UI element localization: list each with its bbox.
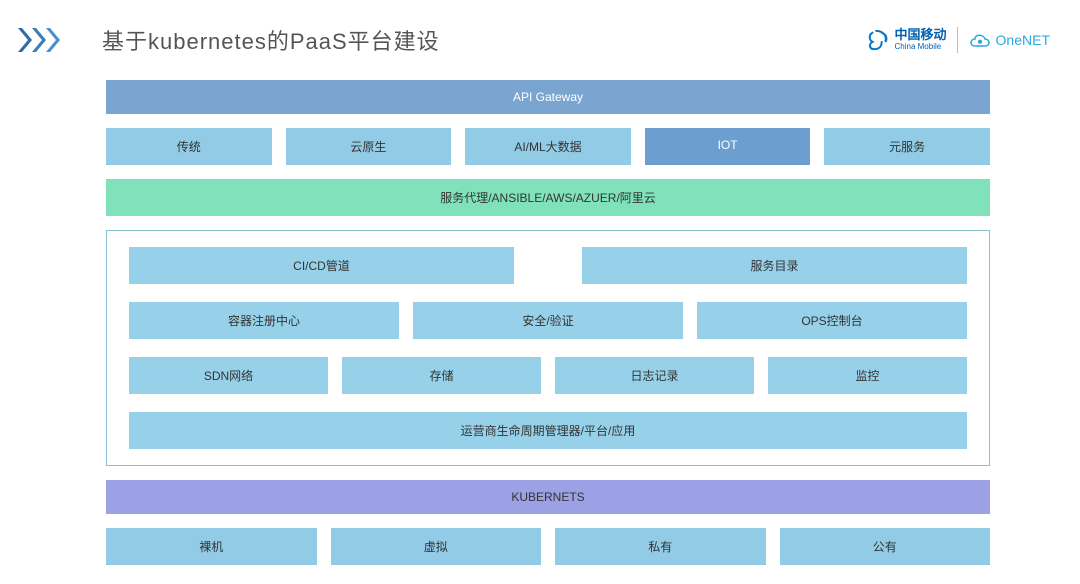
box-iot: IOT [645, 128, 811, 165]
china-mobile-label: 中国移动 [895, 28, 947, 42]
slide-header: 基于kubernetes的PaaS平台建设 中国移动 China Mobile … [0, 0, 1080, 60]
page-title: 基于kubernetes的PaaS平台建设 [102, 24, 440, 56]
china-mobile-logo: 中国移动 China Mobile [867, 28, 947, 51]
box-microservice: 元服务 [824, 128, 990, 165]
onenet-label: OneNET [996, 32, 1050, 48]
spacer [528, 247, 568, 284]
box-sdn-network: SDN网络 [129, 357, 328, 394]
box-security-auth: 安全/验证 [413, 302, 683, 339]
box-ops-console: OPS控制台 [697, 302, 967, 339]
box-cloud-native: 云原生 [286, 128, 452, 165]
architecture-diagram: API Gateway 传统 云原生 AI/ML大数据 IOT 元服务 服务代理… [0, 60, 1080, 565]
box-service-catalog: 服务目录 [582, 247, 967, 284]
box-lifecycle-manager: 运营商生命周期管理器/平台/应用 [129, 412, 967, 449]
china-mobile-icon [867, 29, 889, 51]
box-ai-ml-bigdata: AI/ML大数据 [465, 128, 631, 165]
cloud-icon [968, 32, 992, 48]
box-container-registry: 容器注册中心 [129, 302, 399, 339]
box-monitoring: 监控 [768, 357, 967, 394]
box-bare-metal: 裸机 [106, 528, 317, 565]
box-public: 公有 [780, 528, 991, 565]
chevrons-icon [18, 28, 62, 52]
box-private: 私有 [555, 528, 766, 565]
box-kubernetes: KUBERNETS [106, 480, 990, 514]
box-virtual: 虚拟 [331, 528, 542, 565]
box-api-gateway: API Gateway [106, 80, 990, 114]
onenet-logo: OneNET [968, 32, 1050, 48]
box-storage: 存储 [342, 357, 541, 394]
china-mobile-sublabel: China Mobile [895, 43, 947, 52]
middle-container: CI/CD管道 服务目录 容器注册中心 安全/验证 OPS控制台 SDN网络 存… [106, 230, 990, 466]
box-logging: 日志记录 [555, 357, 754, 394]
box-service-proxy: 服务代理/ANSIBLE/AWS/AZUER/阿里云 [106, 179, 990, 216]
box-traditional: 传统 [106, 128, 272, 165]
logo-area: 中国移动 China Mobile OneNET [867, 27, 1050, 53]
logo-divider [957, 27, 958, 53]
box-cicd-pipeline: CI/CD管道 [129, 247, 514, 284]
